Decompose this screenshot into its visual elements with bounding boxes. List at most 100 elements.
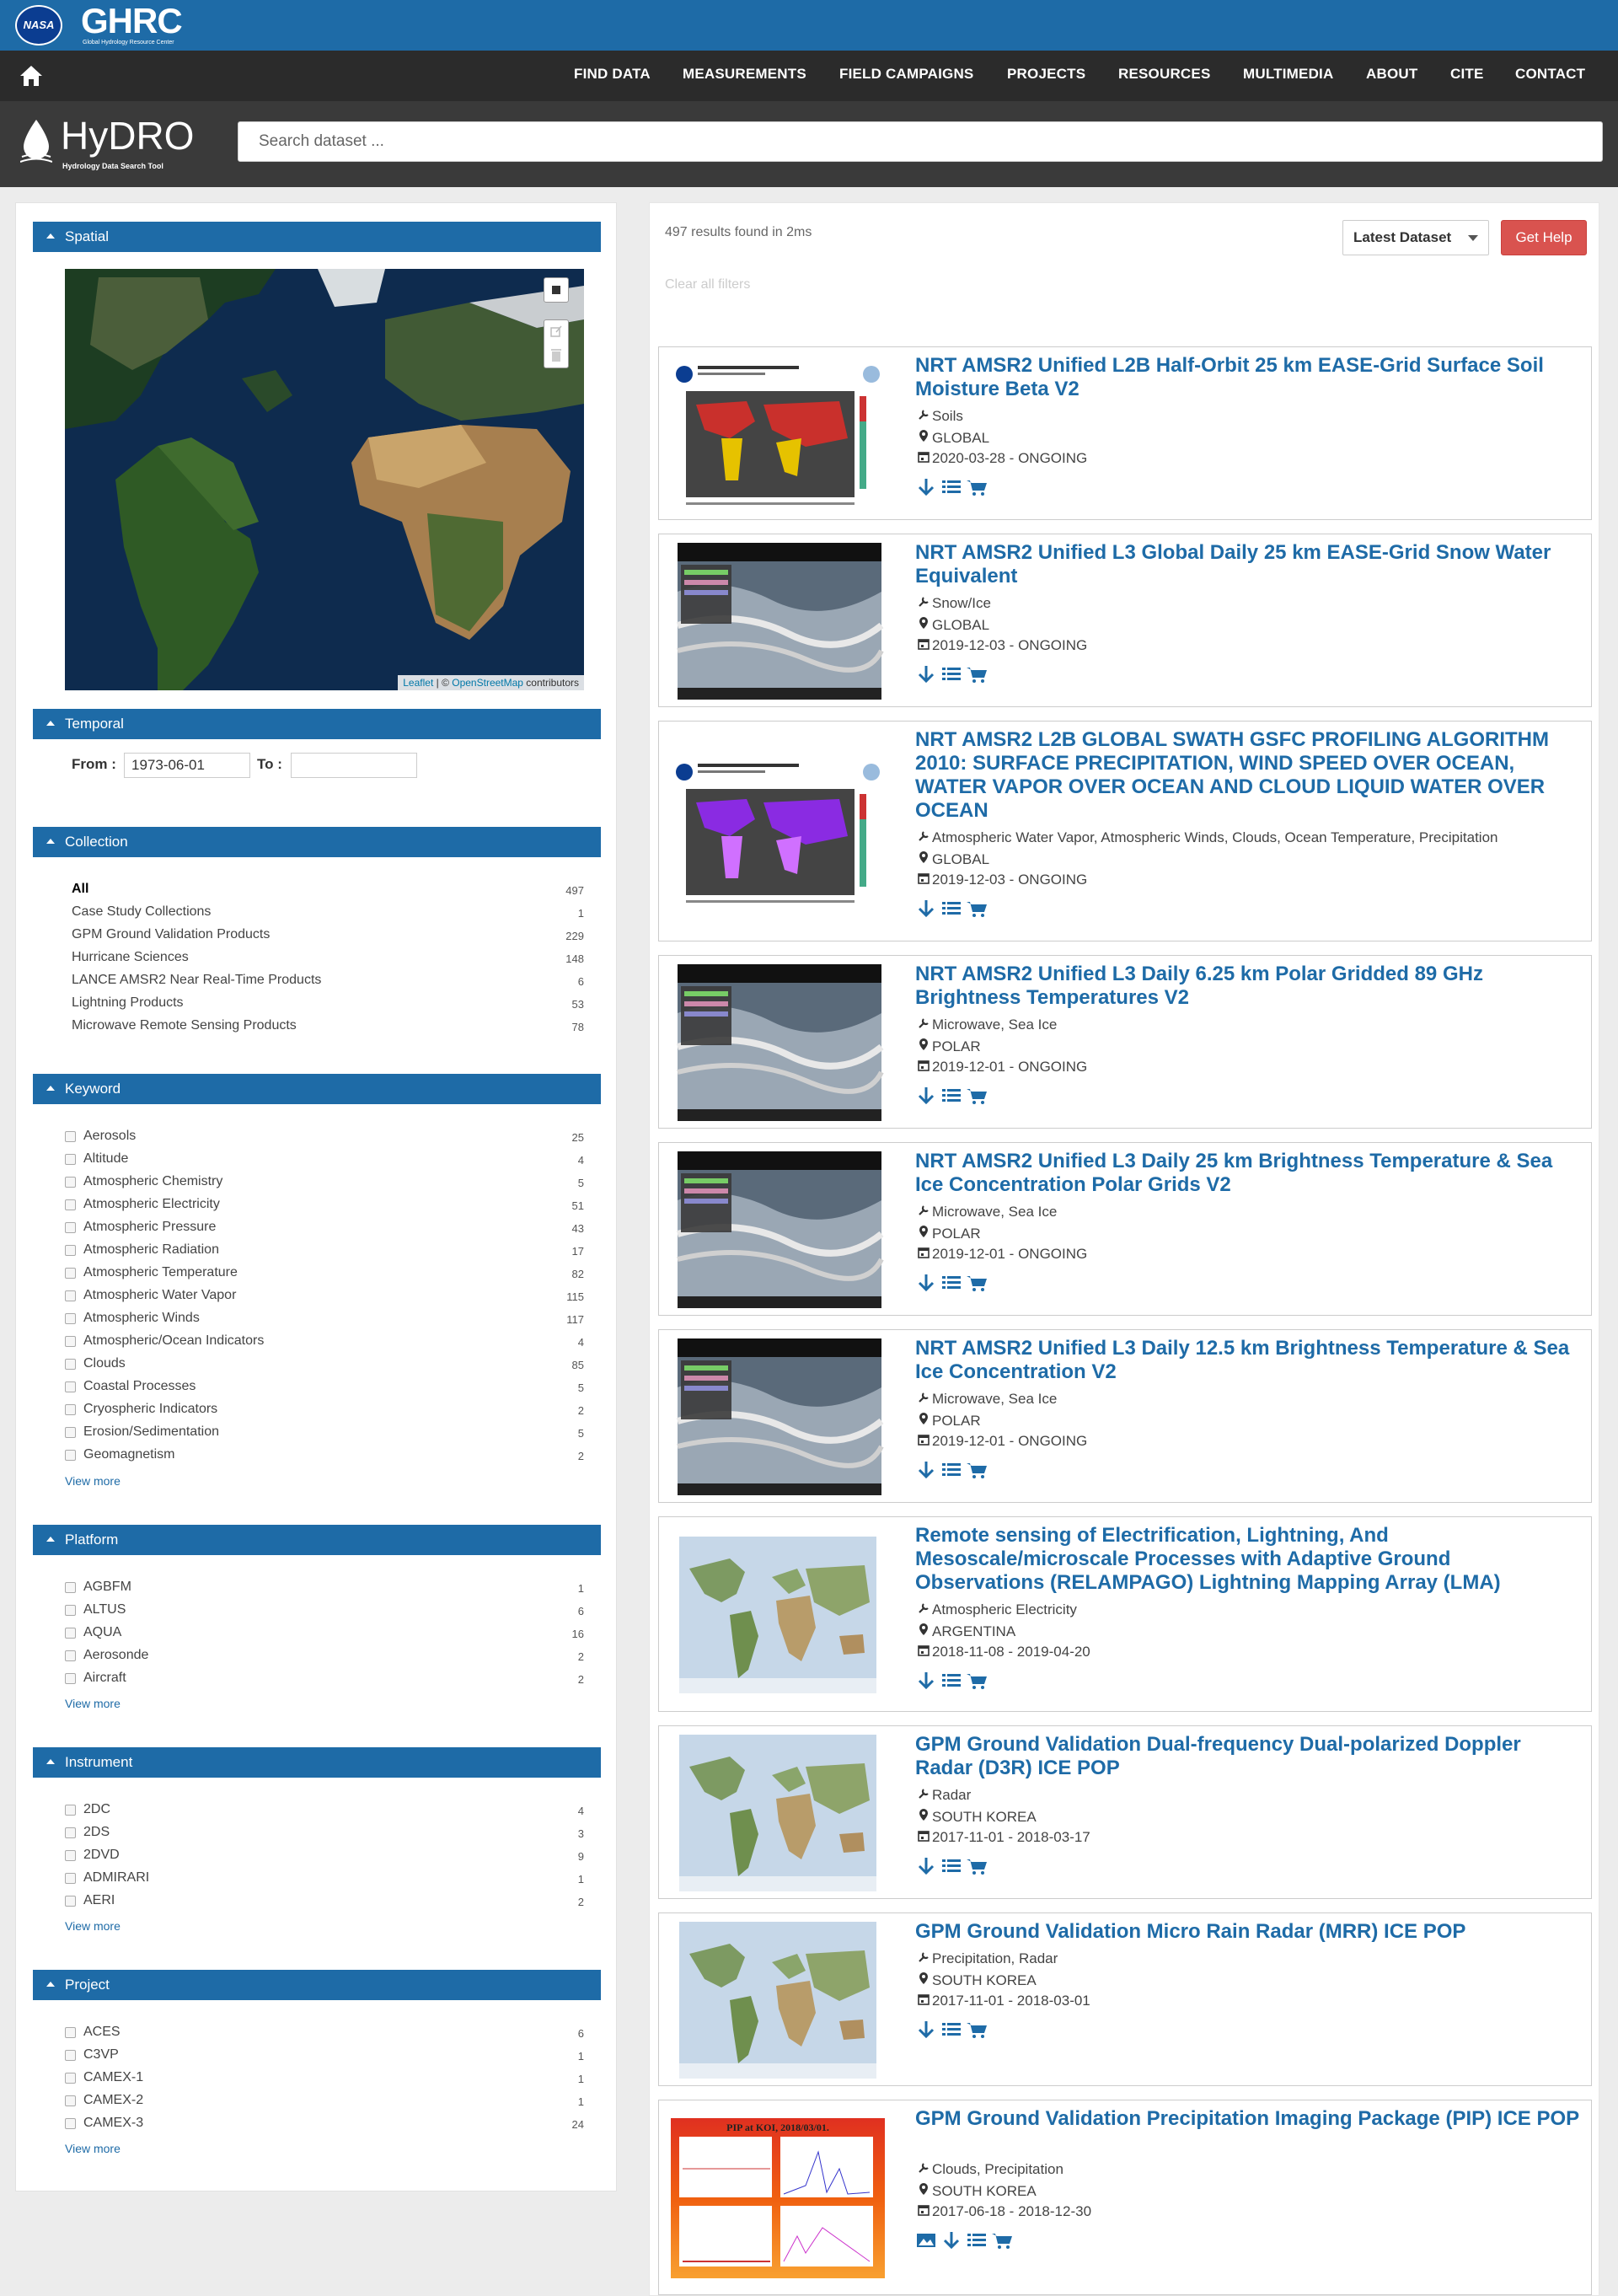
section-temporal[interactable]: Temporal	[33, 709, 601, 739]
ghrc-logo[interactable]: GHRC Global Hydrology Resource Center	[81, 3, 183, 46]
keyword-facet-atmospheric-radiation[interactable]: Atmospheric Radiation 17	[16, 1241, 618, 1263]
facet-checkbox[interactable]	[65, 1199, 76, 1210]
collection-facet-hurricane-sciences[interactable]: Hurricane Sciences 148	[16, 948, 618, 971]
list-icon[interactable]	[940, 2019, 962, 2041]
facet-checkbox[interactable]	[65, 2095, 76, 2106]
list-icon[interactable]	[940, 1670, 962, 1692]
cart-icon[interactable]	[966, 476, 988, 498]
section-project[interactable]: Project	[33, 1970, 601, 2000]
download-icon[interactable]	[915, 898, 937, 920]
dataset-title-link[interactable]: NRT AMSR2 L2B GLOBAL SWATH GSFC PROFILIN…	[915, 728, 1581, 823]
download-icon[interactable]	[940, 2229, 962, 2251]
dataset-title-link[interactable]: GPM Ground Validation Micro Rain Radar (…	[915, 1920, 1581, 1944]
section-collection[interactable]: Collection	[33, 827, 601, 857]
cart-icon[interactable]	[966, 898, 988, 920]
facet-checkbox[interactable]	[65, 1336, 76, 1347]
platform-facet-altus[interactable]: ALTUS 6	[16, 1601, 618, 1623]
platform-view-more-link[interactable]: View more	[65, 1697, 121, 1710]
facet-checkbox[interactable]	[65, 1131, 76, 1142]
keyword-facet-atmospheric-chemistry[interactable]: Atmospheric Chemistry 5	[16, 1172, 618, 1195]
nav-multimedia[interactable]: MULTIMEDIA	[1243, 66, 1333, 83]
facet-checkbox[interactable]	[65, 2118, 76, 2129]
project-facet-aces[interactable]: ACES 6	[16, 2023, 618, 2046]
dataset-thumbnail[interactable]	[671, 1337, 885, 1501]
dataset-thumbnail[interactable]	[671, 541, 885, 705]
download-icon[interactable]	[915, 2019, 937, 2041]
facet-checkbox[interactable]	[65, 1805, 76, 1816]
dataset-title-link[interactable]: GPM Ground Validation Precipitation Imag…	[915, 2107, 1581, 2131]
dataset-thumbnail[interactable]: PIP at KOI, 2018/03/01.	[671, 2118, 885, 2278]
download-icon[interactable]	[915, 476, 937, 498]
to-date-input[interactable]	[291, 753, 417, 778]
dataset-title-link[interactable]: NRT AMSR2 Unified L3 Daily 25 km Brightn…	[915, 1150, 1581, 1197]
collection-facet-all[interactable]: All 497	[16, 880, 618, 903]
list-icon[interactable]	[940, 1459, 962, 1481]
dataset-thumbnail[interactable]	[671, 963, 885, 1127]
facet-checkbox[interactable]	[65, 1450, 76, 1461]
dataset-thumbnail[interactable]	[671, 1150, 885, 1314]
world-satellite-map[interactable]	[65, 269, 584, 690]
cart-icon[interactable]	[966, 1272, 988, 1294]
dataset-title-link[interactable]: NRT AMSR2 Unified L3 Daily 6.25 km Polar…	[915, 963, 1581, 1010]
facet-checkbox[interactable]	[65, 2073, 76, 2084]
facet-checkbox[interactable]	[65, 1673, 76, 1684]
facet-checkbox[interactable]	[65, 1896, 76, 1907]
dataset-card[interactable]: PIP at KOI, 2018/03/01. GPM Ground Valid…	[658, 2100, 1592, 2295]
collection-facet-lance-amsr2-near-real-time-products[interactable]: LANCE AMSR2 Near Real-Time Products 6	[16, 971, 618, 994]
download-icon[interactable]	[915, 1459, 937, 1481]
facet-checkbox[interactable]	[65, 1245, 76, 1256]
facet-checkbox[interactable]	[65, 1427, 76, 1438]
dataset-card[interactable]: GPM Ground Validation Micro Rain Radar (…	[658, 1912, 1592, 2086]
osm-link[interactable]: OpenStreetMap	[452, 677, 523, 689]
instrument-facet-admirari[interactable]: ADMIRARI 1	[16, 1869, 618, 1891]
edit-icon[interactable]	[544, 320, 568, 344]
list-icon[interactable]	[966, 2229, 988, 2251]
trash-icon[interactable]	[544, 344, 568, 367]
dataset-title-link[interactable]: GPM Ground Validation Dual-frequency Dua…	[915, 1733, 1581, 1780]
from-date-input[interactable]	[124, 753, 250, 778]
dataset-title-link[interactable]: NRT AMSR2 Unified L2B Half-Orbit 25 km E…	[915, 354, 1581, 401]
list-icon[interactable]	[940, 898, 962, 920]
collection-facet-case-study-collections[interactable]: Case Study Collections 1	[16, 903, 618, 925]
keyword-facet-atmospheric-pressure[interactable]: Atmospheric Pressure 43	[16, 1218, 618, 1241]
search-dataset-input[interactable]	[238, 121, 1603, 162]
dataset-card[interactable]: Remote sensing of Electrification, Light…	[658, 1516, 1592, 1712]
facet-checkbox[interactable]	[65, 1313, 76, 1324]
leaflet-link[interactable]: Leaflet	[403, 677, 433, 689]
instrument-facet-aeri[interactable]: AERI 2	[16, 1891, 618, 1914]
platform-facet-aqua[interactable]: AQUA 16	[16, 1623, 618, 1646]
facet-checkbox[interactable]	[65, 1359, 76, 1370]
nav-contact[interactable]: CONTACT	[1515, 66, 1585, 83]
project-view-more-link[interactable]: View more	[65, 2142, 121, 2155]
dataset-card[interactable]: NRT AMSR2 Unified L3 Daily 25 km Brightn…	[658, 1142, 1592, 1316]
cart-icon[interactable]	[966, 1855, 988, 1877]
home-icon[interactable]	[19, 64, 44, 88]
keyword-view-more-link[interactable]: View more	[65, 1474, 121, 1488]
download-icon[interactable]	[915, 1272, 937, 1294]
nav-find-data[interactable]: FIND DATA	[574, 66, 651, 83]
keyword-facet-geomagnetism[interactable]: Geomagnetism 2	[16, 1446, 618, 1468]
nav-projects[interactable]: PROJECTS	[1007, 66, 1085, 83]
list-icon[interactable]	[940, 1272, 962, 1294]
facet-checkbox[interactable]	[65, 1154, 76, 1165]
facet-checkbox[interactable]	[65, 1222, 76, 1233]
list-icon[interactable]	[940, 663, 962, 685]
cart-icon[interactable]	[966, 2019, 988, 2041]
instrument-view-more-link[interactable]: View more	[65, 1919, 121, 1933]
nav-field-campaigns[interactable]: FIELD CAMPAIGNS	[839, 66, 973, 83]
nav-about[interactable]: ABOUT	[1366, 66, 1417, 83]
dataset-title-link[interactable]: NRT AMSR2 Unified L3 Global Daily 25 km …	[915, 541, 1581, 588]
spatial-map[interactable]: Leaflet | © OpenStreetMap contributors	[65, 269, 584, 690]
facet-checkbox[interactable]	[65, 1268, 76, 1279]
platform-facet-aircraft[interactable]: Aircraft 2	[16, 1669, 618, 1692]
project-facet-c3vp[interactable]: C3VP 1	[16, 2046, 618, 2068]
nav-resources[interactable]: RESOURCES	[1118, 66, 1211, 83]
dataset-thumbnail[interactable]	[671, 752, 885, 916]
cart-icon[interactable]	[966, 663, 988, 685]
facet-checkbox[interactable]	[65, 2050, 76, 2061]
keyword-facet-clouds[interactable]: Clouds 85	[16, 1355, 618, 1377]
nasa-logo[interactable]: NASA	[15, 5, 62, 46]
instrument-facet-2dc[interactable]: 2DC 4	[16, 1800, 618, 1823]
collection-facet-gpm-ground-validation-products[interactable]: GPM Ground Validation Products 229	[16, 925, 618, 948]
dataset-title-link[interactable]: Remote sensing of Electrification, Light…	[915, 1524, 1581, 1595]
